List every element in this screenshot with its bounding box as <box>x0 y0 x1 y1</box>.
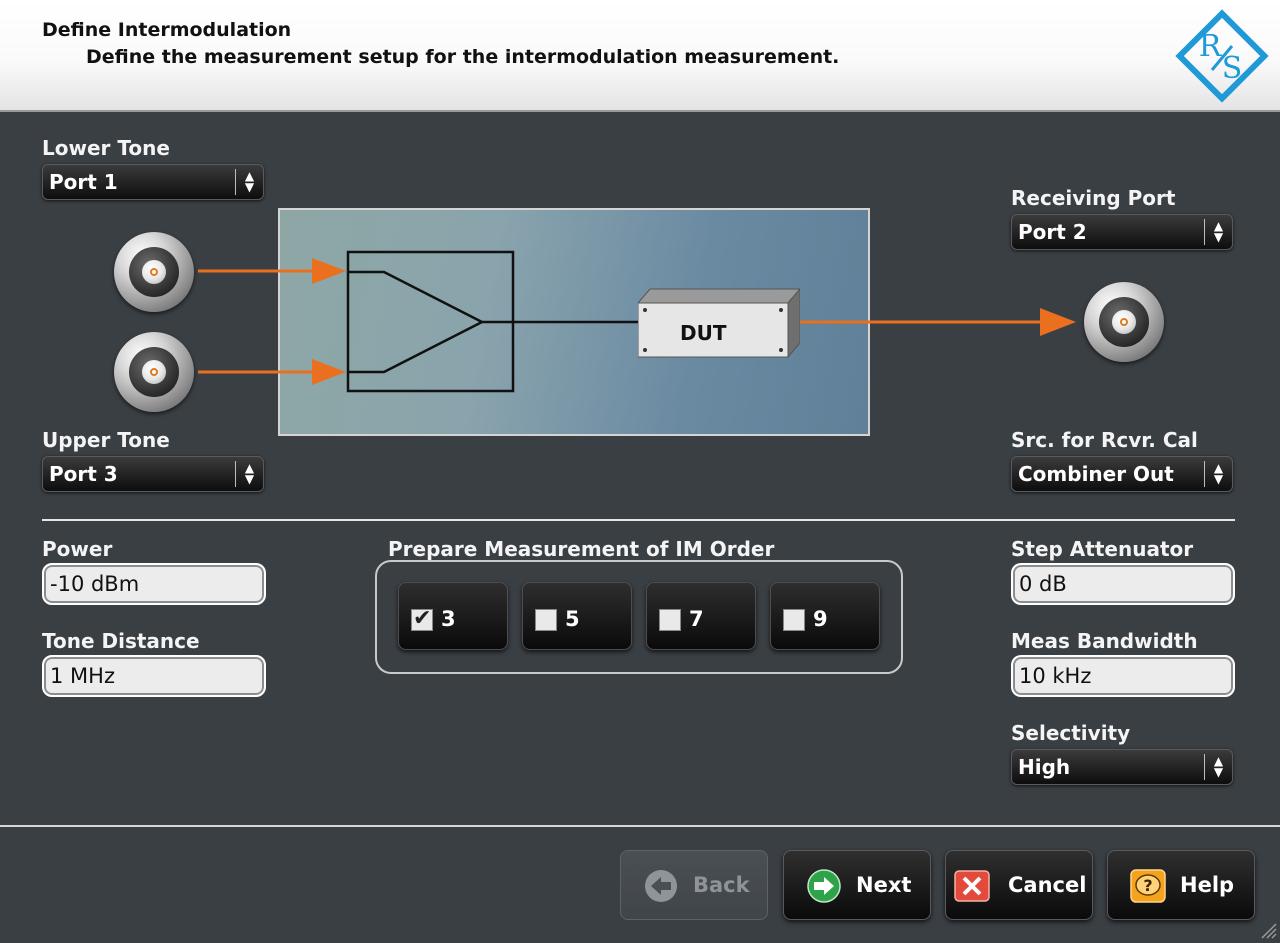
next-button[interactable]: Next <box>783 850 931 920</box>
back-arrow-icon <box>645 870 677 902</box>
im-order-5-toggle[interactable]: 5 <box>522 582 632 650</box>
selectivity-select[interactable]: High ▲ ▼ <box>1011 749 1233 785</box>
svg-text:?: ? <box>1143 876 1152 895</box>
im-order-label: Prepare Measurement of IM Order <box>388 537 775 561</box>
help-button-label: Help <box>1180 873 1235 897</box>
src-rcvr-cal-select[interactable]: Combiner Out ▲ ▼ <box>1011 456 1233 492</box>
power-input[interactable]: -10 dBm <box>42 563 266 605</box>
checkbox-checked-icon: ✔ <box>411 606 433 631</box>
cancel-button-label: Cancel <box>1008 873 1087 897</box>
tone-distance-input[interactable]: 1 MHz <box>42 655 266 697</box>
next-button-label: Next <box>856 873 912 897</box>
im-order-9-toggle[interactable]: 9 <box>770 582 880 650</box>
selectivity-label: Selectivity <box>1011 721 1131 745</box>
help-question-icon: ? <box>1130 869 1166 903</box>
meas-bandwidth-value: 10 kHz <box>1019 664 1092 688</box>
power-label: Power <box>42 537 113 561</box>
checkbox-icon <box>659 609 681 631</box>
im-order-9-label: 9 <box>813 607 828 631</box>
spinner-icon: ▲ ▼ <box>1204 754 1232 780</box>
next-arrow-icon <box>807 869 841 903</box>
back-button-label: Back <box>693 873 750 897</box>
dut-label: DUT <box>680 321 727 345</box>
upper-tone-value: Port 3 <box>49 462 118 486</box>
tone-distance-value: 1 MHz <box>50 664 115 688</box>
src-rcvr-cal-value: Combiner Out <box>1018 462 1174 486</box>
meas-bandwidth-input[interactable]: 10 kHz <box>1011 655 1235 697</box>
upper-tone-select[interactable]: Port 3 ▲ ▼ <box>42 456 264 492</box>
separator <box>42 519 1235 521</box>
meas-bandwidth-label: Meas Bandwidth <box>1011 629 1198 653</box>
im-order-7-toggle[interactable]: 7 <box>646 582 756 650</box>
upper-tone-label: Upper Tone <box>42 428 170 452</box>
spinner-icon: ▲ ▼ <box>1204 461 1232 487</box>
im-order-7-label: 7 <box>689 607 704 631</box>
cancel-button[interactable]: Cancel <box>945 850 1093 920</box>
checkbox-icon <box>783 609 805 631</box>
step-attenuator-label: Step Attenuator <box>1011 537 1194 561</box>
power-value: -10 dBm <box>50 572 140 596</box>
upper-tone-connector-icon <box>114 332 194 412</box>
spinner-icon: ▲ ▼ <box>235 461 263 487</box>
lower-tone-connector-icon <box>114 232 194 312</box>
tone-distance-label: Tone Distance <box>42 629 200 653</box>
back-button[interactable]: Back <box>620 850 768 920</box>
im-order-5-label: 5 <box>565 607 580 631</box>
checkbox-icon <box>535 609 557 631</box>
cancel-x-icon <box>954 870 990 902</box>
dut-box: DUT <box>638 287 800 359</box>
step-attenuator-value: 0 dB <box>1019 572 1067 596</box>
im-order-3-label: 3 <box>441 607 456 631</box>
step-attenuator-input[interactable]: 0 dB <box>1011 563 1235 605</box>
footer-separator <box>0 825 1280 827</box>
help-button[interactable]: ? Help <box>1107 850 1255 920</box>
receiving-port-connector-icon <box>1084 282 1164 362</box>
im-order-3-toggle[interactable]: ✔ 3 <box>398 582 508 650</box>
resize-grip-icon[interactable] <box>1258 920 1278 940</box>
src-rcvr-cal-label: Src. for Rcvr. Cal <box>1011 428 1198 452</box>
selectivity-value: High <box>1018 755 1071 779</box>
